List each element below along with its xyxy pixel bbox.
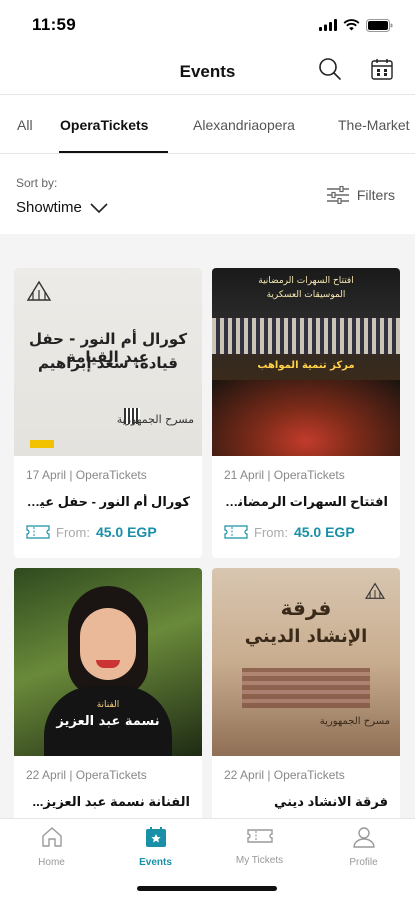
poster-line2: الإنشاد الديني <box>244 626 368 647</box>
poster-line1: افتتاح السهرات الرمضانية <box>258 276 354 286</box>
filters-label: Filters <box>356 187 395 203</box>
portrait-face <box>80 608 136 680</box>
status-bar: 11:59 <box>0 0 415 50</box>
poster-line1: فرقة <box>280 596 332 620</box>
tab-alexandriaopera[interactable]: Alexandriaopera <box>193 95 295 153</box>
event-price-row: From: 45.0 EGP <box>224 524 355 540</box>
event-price: 45.0 EGP <box>293 524 355 540</box>
events-icon <box>145 827 166 847</box>
active-tab-indicator <box>59 151 168 153</box>
sort-row: Sort by: Showtime Filters <box>0 154 415 234</box>
signal-icon <box>319 19 337 31</box>
event-title: الفنانة نسمة عبد العزيز... <box>32 794 190 809</box>
sort-value: Showtime <box>16 199 82 216</box>
tab-the-market[interactable]: The-Market <box>338 95 410 153</box>
poster-line2: قيادة: سعد إبراهيم <box>38 354 178 372</box>
event-card[interactable]: افتتاح السهرات الرمضانية الموسيقات العسك… <box>212 268 400 558</box>
nav-my-tickets-label: My Tickets <box>235 855 284 866</box>
event-meta: 17 April | OperaTickets <box>26 468 147 482</box>
event-card[interactable]: كورال أم النور - حفل عيد القيامة قيادة: … <box>14 268 202 558</box>
opera-logo-icon <box>26 280 52 301</box>
nav-events[interactable]: Events <box>114 825 197 868</box>
filters-button[interactable]: Filters <box>326 186 395 204</box>
tab-operatickets[interactable]: OperaTickets <box>60 95 148 153</box>
poster-venue: مسرح الجمهورية <box>116 413 194 426</box>
home-icon <box>41 827 62 847</box>
event-poster: الفنانة نسمة عبد العزيز <box>14 568 202 756</box>
nav-my-tickets[interactable]: My Tickets <box>218 825 301 866</box>
event-price: 45.0 EGP <box>95 524 157 540</box>
sort-label: Sort by: <box>16 176 58 190</box>
poster-line1: نسمة عبد العزيز <box>56 714 160 729</box>
event-poster: افتتاح السهرات الرمضانية الموسيقات العسك… <box>212 268 400 456</box>
event-poster: فرقة الإنشاد الديني مسرح الجمهورية <box>212 568 400 756</box>
event-poster: كورال أم النور - حفل عيد القيامة قيادة: … <box>14 268 202 456</box>
sponsor-badge <box>30 440 54 448</box>
event-title: فرقة الانشاد ديني <box>273 794 388 809</box>
nav-profile-label: Profile <box>349 857 378 868</box>
event-meta: 22 April | OperaTickets <box>224 768 345 782</box>
event-meta: 22 April | OperaTickets <box>26 768 147 782</box>
ticket-icon <box>246 829 273 843</box>
status-icons <box>319 18 393 32</box>
price-from-label: From: <box>56 524 90 540</box>
events-grid: كورال أم النور - حفل عيد القيامة قيادة: … <box>0 234 415 818</box>
category-tabs: All OperaTickets Alexandriaopera The-Mar… <box>0 94 415 154</box>
poster-line2: الموسيقات العسكرية <box>266 290 346 300</box>
nav-profile[interactable]: Profile <box>322 825 405 868</box>
theater-seats-image <box>242 668 370 708</box>
event-card[interactable]: الفنانة نسمة عبد العزيز 22 April | Opera… <box>14 568 202 818</box>
performers-image <box>212 318 400 354</box>
status-time: 11:59 <box>32 15 77 34</box>
calendar-icon <box>371 59 393 80</box>
nav-home-label: Home <box>38 857 65 868</box>
chevron-down-icon <box>90 202 108 213</box>
search-button[interactable] <box>317 56 343 82</box>
poster-line2: الفنانة <box>96 700 120 710</box>
tab-all[interactable]: All <box>17 95 33 153</box>
stage-image <box>212 380 400 456</box>
nav-events-label: Events <box>139 857 172 868</box>
poster-venue: مسرح الجمهورية <box>319 716 390 727</box>
event-price-row: From: 45.0 EGP <box>26 524 157 540</box>
event-title: افتتاح السهرات الرمضانية... <box>224 494 388 509</box>
home-indicator[interactable] <box>137 886 277 891</box>
app-header: Events <box>0 50 415 94</box>
ticket-icon <box>26 525 50 539</box>
event-card[interactable]: فرقة الإنشاد الديني مسرح الجمهورية 22 Ap… <box>212 568 400 818</box>
profile-icon <box>352 827 375 848</box>
sort-dropdown[interactable]: Showtime <box>16 199 108 216</box>
battery-icon <box>366 18 393 32</box>
search-icon <box>319 58 341 80</box>
ticket-icon <box>224 525 248 539</box>
nav-home[interactable]: Home <box>10 825 93 868</box>
price-from-label: From: <box>254 524 288 540</box>
wifi-icon <box>343 19 360 31</box>
event-meta: 21 April | OperaTickets <box>224 468 345 482</box>
event-title: كورال أم النور - حفل عيد... <box>26 494 190 509</box>
poster-venue: مركز تنمية المواهب <box>257 360 355 371</box>
filters-icon <box>326 186 349 204</box>
calendar-button[interactable] <box>369 56 395 82</box>
page-title: Events <box>179 62 236 81</box>
